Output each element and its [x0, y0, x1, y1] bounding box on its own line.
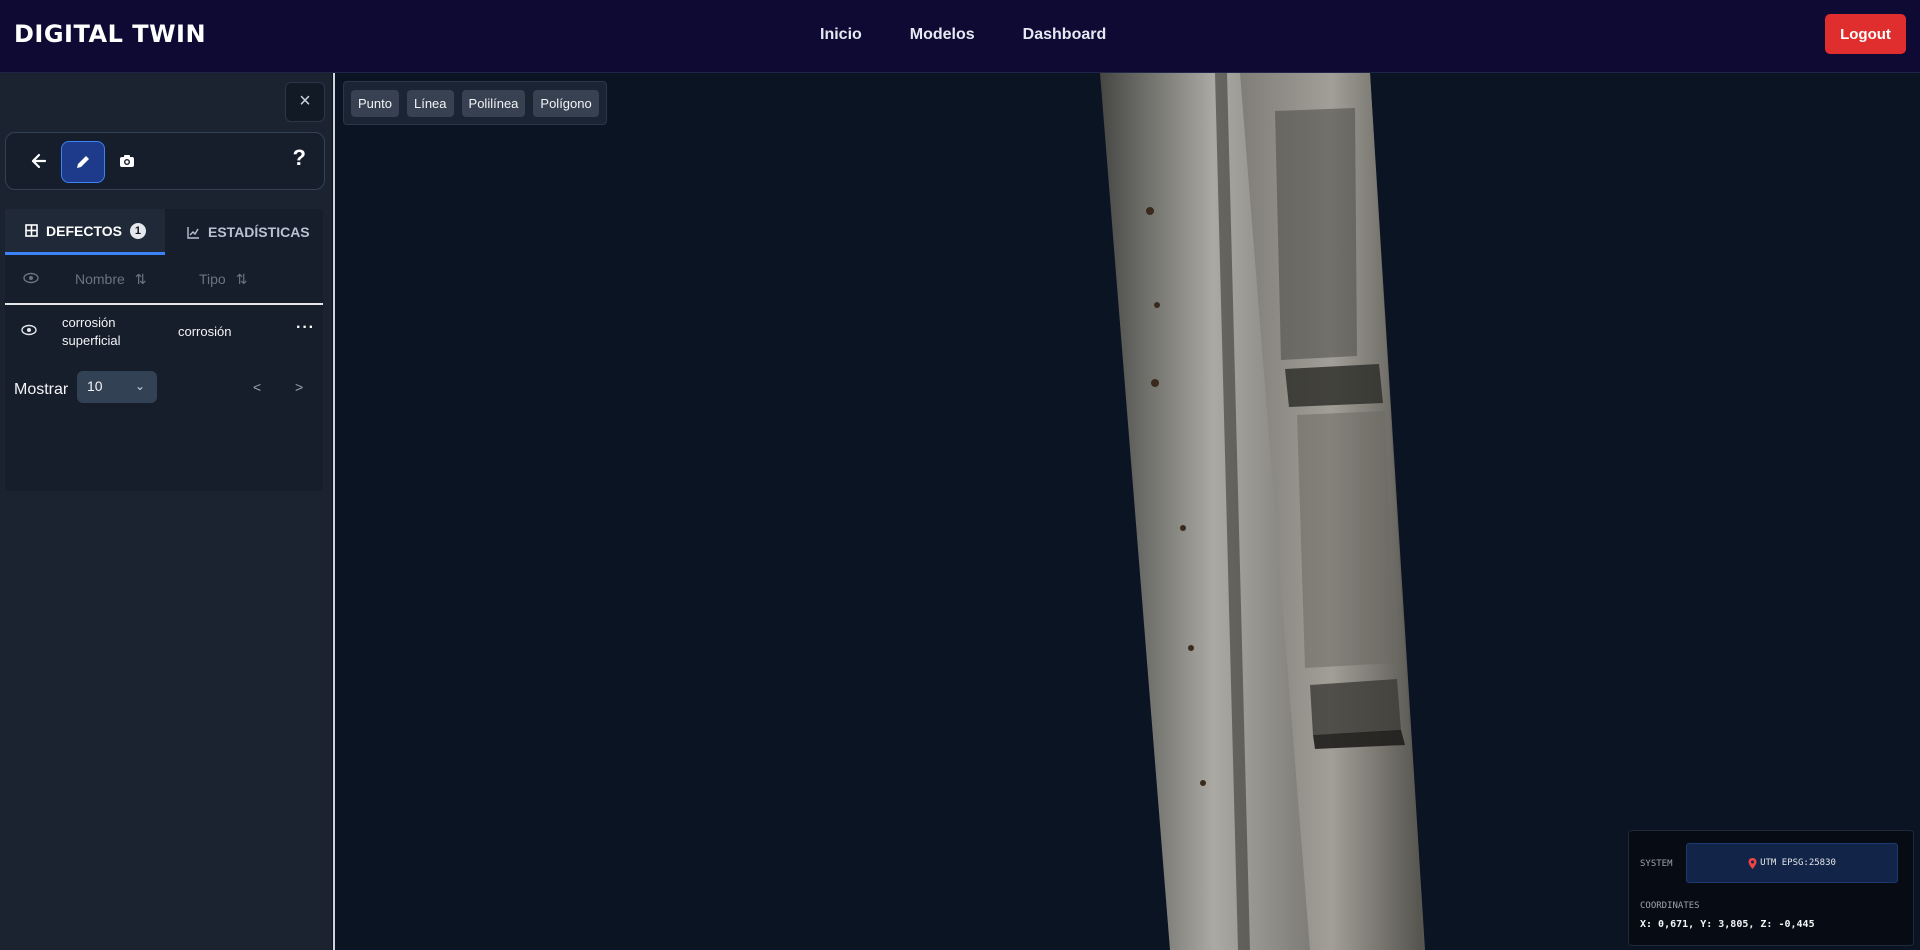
logout-button[interactable]: Logout: [1825, 14, 1906, 54]
help-button[interactable]: ?: [293, 145, 306, 171]
defect-count-badge: 1: [129, 222, 146, 239]
draw-mode-button[interactable]: [61, 141, 105, 183]
defect-name: corrosión superficial: [62, 315, 121, 348]
back-arrow-icon: [31, 153, 47, 169]
coordinates-panel: SYSTEM UTM EPSG:25830 COORDINATES X: 0,6…: [1628, 830, 1914, 946]
column-header-nombre[interactable]: Nombre ⇅: [75, 271, 147, 288]
top-nav-bar: DIGITAL TWIN Inicio Modelos Dashboard Lo…: [0, 0, 1920, 73]
chevron-down-icon: ⌄: [134, 379, 145, 393]
page-size-select[interactable]: 10 ⌄: [77, 371, 157, 403]
camera-icon: [120, 155, 134, 167]
visibility-toggle-icon[interactable]: [21, 324, 37, 339]
screenshot-button[interactable]: [106, 141, 148, 181]
tool-punto-button[interactable]: Punto: [351, 89, 399, 117]
tab-defectos-label: DEFECTOS: [46, 222, 122, 239]
sidebar-toolbar: ?: [5, 132, 325, 190]
tool-polilinea-button[interactable]: Polilínea: [461, 89, 526, 117]
pagination: Mostrar 10 ⌄ < >: [5, 369, 323, 409]
page-size-value: 10: [87, 378, 103, 394]
main-nav: Inicio Modelos Dashboard: [820, 26, 1106, 44]
row-actions-icon[interactable]: ···: [296, 319, 315, 337]
visibility-header-icon[interactable]: [23, 271, 39, 287]
pencil-icon: [77, 156, 89, 168]
column-header-tipo[interactable]: Tipo ⇅: [199, 271, 247, 288]
coordinate-system-select[interactable]: UTM EPSG:25830: [1686, 843, 1898, 883]
back-button[interactable]: [18, 141, 60, 181]
tool-linea-button[interactable]: Línea: [406, 89, 454, 117]
prev-page-button[interactable]: <: [253, 379, 261, 395]
sidebar-tabs: DEFECTOS 1 ESTADÍSTICAS: [5, 209, 323, 255]
tab-defectos[interactable]: DEFECTOS 1: [5, 209, 165, 255]
3d-viewport[interactable]: Punto Línea Polilínea Polígono SYSTEM UT…: [333, 73, 1920, 950]
column-nombre-label: Nombre: [75, 270, 125, 287]
app-brand: DIGITAL TWIN: [14, 20, 207, 48]
system-label: SYSTEM: [1640, 859, 1673, 869]
drawing-tools-bar: Punto Línea Polilínea Polígono: [343, 81, 607, 125]
nav-inicio[interactable]: Inicio: [820, 26, 862, 44]
nav-modelos[interactable]: Modelos: [910, 26, 975, 44]
close-icon: ×: [299, 90, 311, 112]
next-page-button[interactable]: >: [295, 379, 303, 395]
table-icon: [25, 224, 38, 237]
tab-estadisticas-label: ESTADÍSTICAS: [208, 224, 310, 240]
coordinates-label: COORDINATES: [1640, 901, 1700, 911]
table-row[interactable]: corrosión superficial corrosión ···: [5, 305, 323, 359]
system-value: UTM EPSG:25830: [1760, 858, 1836, 868]
close-sidebar-button[interactable]: ×: [285, 82, 325, 122]
coordinates-value: X: 0,671, Y: 3,805, Z: -0,445: [1640, 919, 1815, 930]
tab-estadisticas[interactable]: ESTADÍSTICAS: [187, 209, 310, 255]
sidebar-panel: × ? DEFECTOS 1 ESTADÍSTICAS Nombre ⇅ Tip…: [0, 73, 332, 950]
sort-icon: ⇅: [134, 270, 147, 287]
table-header: Nombre ⇅ Tipo ⇅: [5, 255, 323, 305]
defect-type: corrosión: [178, 324, 232, 339]
column-tipo-label: Tipo: [199, 270, 226, 287]
defects-table: Nombre ⇅ Tipo ⇅ corrosión superficial co…: [5, 255, 323, 491]
map-pin-icon: [1748, 857, 1757, 869]
page-size-label: Mostrar: [14, 381, 69, 398]
tool-poligono-button[interactable]: Polígono: [533, 89, 599, 117]
nav-dashboard[interactable]: Dashboard: [1023, 26, 1107, 44]
point-cloud-model: [1100, 73, 1425, 950]
sort-icon: ⇅: [235, 270, 248, 287]
chart-icon: [187, 226, 199, 239]
